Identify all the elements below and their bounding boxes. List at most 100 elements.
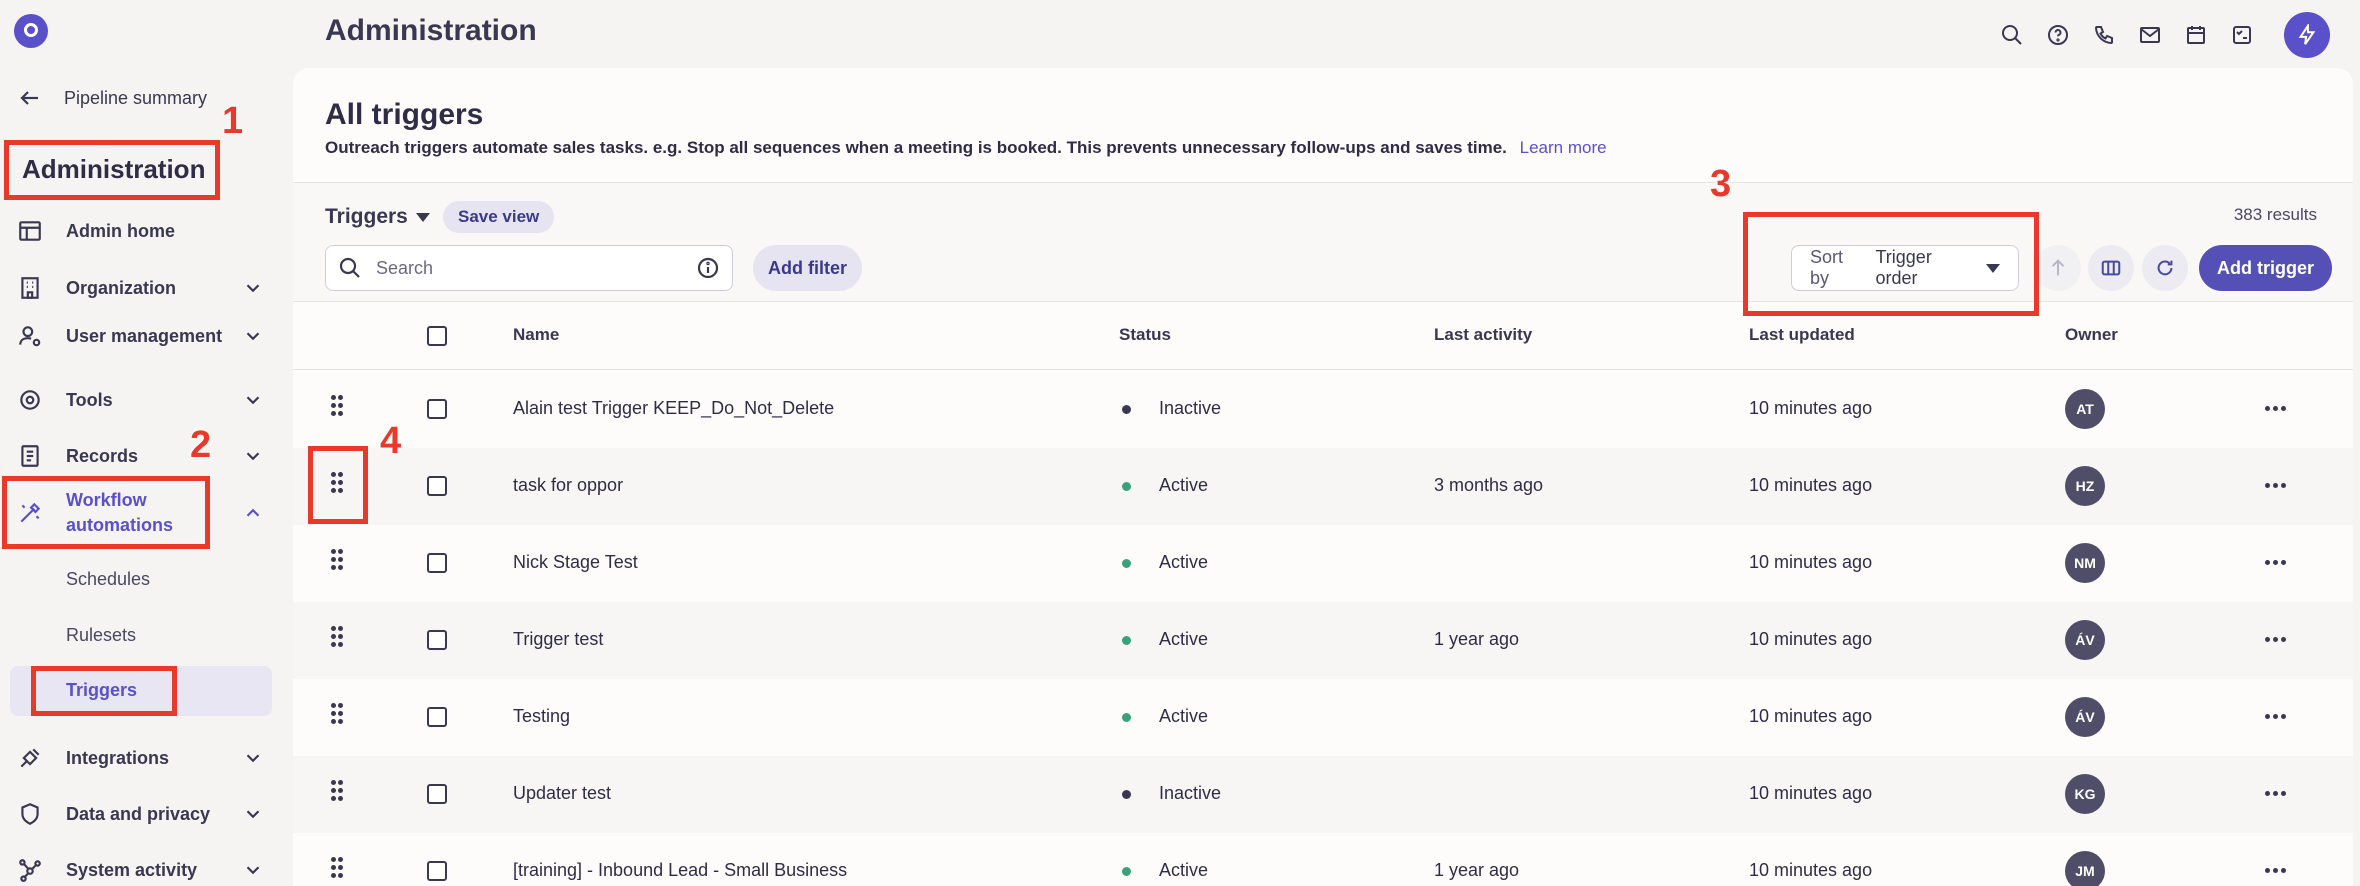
trigger-name-link[interactable]: Trigger test xyxy=(513,629,603,650)
owner-avatar[interactable]: NM xyxy=(2065,543,2105,583)
more-options-icon[interactable] xyxy=(2265,554,2289,570)
sidebar-item-data-and-privacy[interactable]: Data and privacy xyxy=(14,798,274,830)
last-activity-cell: 1 year ago xyxy=(1434,860,1520,880)
sidebar-item-organization[interactable]: Organization xyxy=(14,272,274,304)
owner-avatar[interactable]: AT xyxy=(2065,389,2105,429)
annotation-label-4: 4 xyxy=(380,420,402,462)
toolbar: Triggers Save view 383 results Add filte… xyxy=(293,183,2353,301)
row-checkbox[interactable] xyxy=(427,630,447,650)
back-label: Pipeline summary xyxy=(64,87,208,108)
sidebar-item-label: System activity xyxy=(66,859,198,880)
drag-handle-icon[interactable] xyxy=(331,395,345,421)
trigger-name-link[interactable]: Updater test xyxy=(513,783,611,804)
sidebar-item-tools[interactable]: Tools xyxy=(14,384,274,416)
status-dot-icon xyxy=(1122,482,1131,491)
last-updated-cell: 10 minutes ago xyxy=(1749,475,1873,495)
mail-icon[interactable] xyxy=(2136,21,2164,49)
column-header-name[interactable]: Name xyxy=(513,325,559,345)
learn-more-link[interactable]: Learn more xyxy=(1520,138,1607,157)
outreach-logo-icon[interactable] xyxy=(14,14,48,48)
more-options-icon[interactable] xyxy=(2265,862,2289,878)
drag-handle-icon[interactable] xyxy=(331,857,345,883)
trigger-name-link[interactable]: task for oppor xyxy=(513,475,623,496)
status-dot-icon xyxy=(1122,867,1131,876)
status-text: Active xyxy=(1159,860,1209,880)
owner-avatar[interactable]: HZ xyxy=(2065,466,2105,506)
arrow-up-icon xyxy=(2051,259,2065,276)
row-checkbox[interactable] xyxy=(427,476,447,496)
sidebar-item-user-management[interactable]: User management xyxy=(14,320,274,352)
description-text: Outreach triggers automate sales tasks. … xyxy=(325,138,1507,157)
status-text: Active xyxy=(1159,706,1209,726)
owner-avatar[interactable]: KG xyxy=(2065,774,2105,814)
bolt-icon[interactable] xyxy=(2284,12,2330,58)
drag-handle-icon[interactable] xyxy=(331,549,345,575)
chevron-down-icon xyxy=(242,445,264,467)
sidebar-item-admin-home[interactable]: Admin home xyxy=(14,215,274,247)
table-header: Name Status Last activity Last updated O… xyxy=(293,301,2353,370)
trigger-name-link[interactable]: [training] - Inbound Lead - Small Busine… xyxy=(513,860,847,881)
more-options-icon[interactable] xyxy=(2265,477,2289,493)
status-dot-icon xyxy=(1122,405,1131,414)
owner-avatar[interactable]: ÁV xyxy=(2065,697,2105,737)
drag-handle-icon[interactable] xyxy=(331,780,345,806)
save-view-button[interactable]: Save view xyxy=(443,201,555,233)
view-selector[interactable]: Triggers xyxy=(325,205,430,229)
trigger-name-link[interactable]: Nick Stage Test xyxy=(513,552,638,573)
phone-icon[interactable] xyxy=(2090,21,2118,49)
trigger-name-link[interactable]: Alain test Trigger KEEP_Do_Not_Delete xyxy=(513,398,834,419)
trigger-name-link[interactable]: Testing xyxy=(513,706,570,727)
back-to-pipeline-link[interactable]: Pipeline summary xyxy=(18,86,207,110)
table-row[interactable]: Alain test Trigger KEEP_Do_Not_Delete Ina… xyxy=(293,371,2353,448)
info-icon[interactable] xyxy=(696,256,720,280)
sidebar-item-system-activity[interactable]: System activity xyxy=(14,854,274,886)
shield-icon xyxy=(14,798,46,830)
column-header-owner[interactable]: Owner xyxy=(2065,325,2118,345)
sidebar-item-label: User management xyxy=(66,325,223,346)
table-row[interactable]: task for oppor Active 3 months ago 10 minut… xyxy=(293,448,2353,525)
row-checkbox[interactable] xyxy=(427,861,447,881)
sort-direction-button[interactable] xyxy=(2035,245,2081,291)
table-row[interactable]: Testing Active 10 minutes ago ÁV xyxy=(293,679,2353,756)
status-text: Inactive xyxy=(1159,398,1222,418)
table-row[interactable]: Nick Stage Test Active 10 minutes ago NM xyxy=(293,525,2353,602)
refresh-button[interactable] xyxy=(2142,245,2188,291)
help-icon[interactable] xyxy=(2044,21,2072,49)
row-checkbox[interactable] xyxy=(427,553,447,573)
owner-avatar[interactable]: ÁV xyxy=(2065,620,2105,660)
sidebar-item-records[interactable]: Records xyxy=(14,440,274,472)
row-checkbox[interactable] xyxy=(427,399,447,419)
table-row[interactable]: Trigger test Active 1 year ago 10 minutes a… xyxy=(293,602,2353,679)
more-options-icon[interactable] xyxy=(2265,400,2289,416)
search-icon[interactable] xyxy=(1998,21,2026,49)
sidebar-sub-item-schedules[interactable]: Schedules xyxy=(66,569,150,590)
search-field[interactable] xyxy=(325,245,733,291)
add-trigger-button[interactable]: Add trigger xyxy=(2199,245,2332,291)
table-row[interactable]: Updater test Inactive 10 minutes ago KG xyxy=(293,756,2353,833)
tasks-icon[interactable] xyxy=(2228,21,2256,49)
drag-handle-icon[interactable] xyxy=(331,703,345,729)
status-dot-icon xyxy=(1122,559,1131,568)
more-options-icon[interactable] xyxy=(2265,631,2289,647)
drag-handle-icon[interactable] xyxy=(331,626,345,652)
owner-avatar[interactable]: JM xyxy=(2065,851,2105,886)
column-header-last-updated[interactable]: Last updated xyxy=(1749,325,1855,345)
row-checkbox[interactable] xyxy=(427,707,447,727)
search-icon xyxy=(339,257,360,278)
column-header-last-activity[interactable]: Last activity xyxy=(1434,325,1532,345)
more-options-icon[interactable] xyxy=(2265,785,2289,801)
calendar-icon[interactable] xyxy=(2182,21,2210,49)
more-options-icon[interactable] xyxy=(2265,708,2289,724)
status-text: Active xyxy=(1159,475,1209,495)
columns-button[interactable] xyxy=(2088,245,2134,291)
column-header-status[interactable]: Status xyxy=(1119,325,1171,345)
status-dot-icon xyxy=(1122,790,1131,799)
table-row[interactable]: [training] - Inbound Lead - Small Busine… xyxy=(293,833,2353,886)
sidebar-item-integrations[interactable]: Integrations xyxy=(14,742,274,774)
chevron-down-icon xyxy=(242,747,264,769)
row-checkbox[interactable] xyxy=(427,784,447,804)
add-filter-button[interactable]: Add filter xyxy=(753,245,862,291)
sidebar-sub-item-rulesets[interactable]: Rulesets xyxy=(66,625,136,646)
select-all-checkbox[interactable] xyxy=(427,326,447,346)
search-input[interactable] xyxy=(376,257,696,279)
